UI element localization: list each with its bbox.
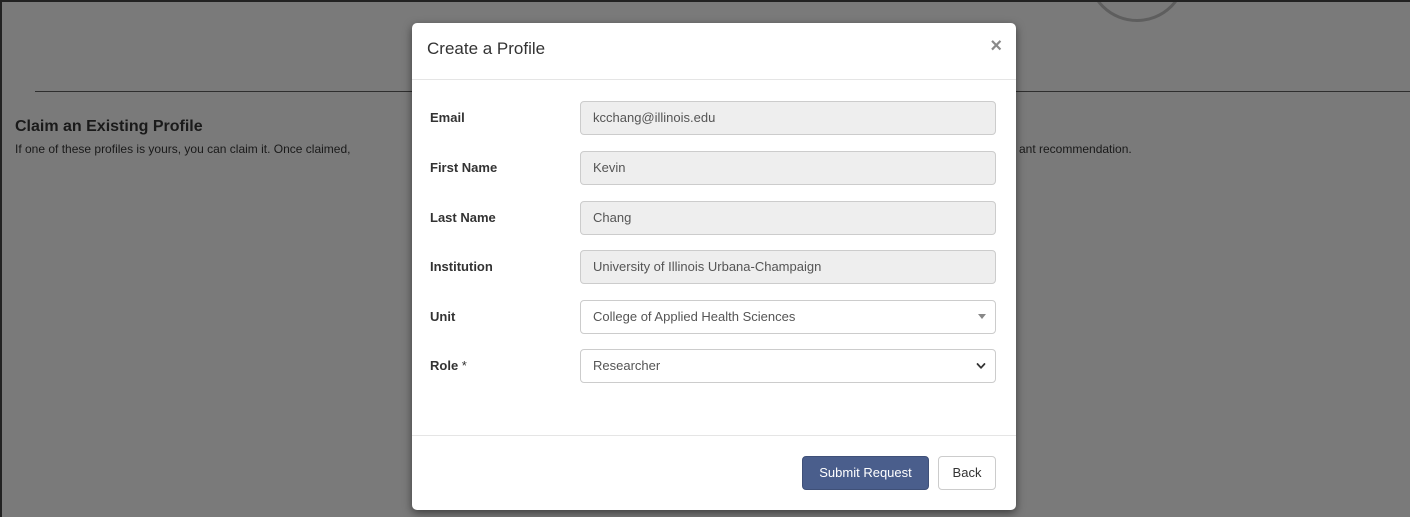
institution-row: Institution University of Illinois Urban… bbox=[412, 250, 1016, 284]
caret-down-icon bbox=[978, 314, 986, 319]
role-label: Role * bbox=[430, 358, 467, 373]
email-label: Email bbox=[430, 110, 465, 125]
back-button[interactable]: Back bbox=[938, 456, 996, 490]
role-select-value: Researcher bbox=[593, 358, 661, 373]
background-avatar-circle bbox=[1087, 2, 1187, 22]
claim-profile-text-left: If one of these profiles is yours, you c… bbox=[15, 142, 351, 156]
chevron-down-icon bbox=[976, 363, 986, 369]
institution-field[interactable]: University of Illinois Urbana-Champaign bbox=[580, 250, 996, 284]
last-name-field[interactable]: Chang bbox=[580, 201, 996, 235]
modal-footer: Submit Request Back bbox=[412, 435, 1016, 510]
unit-select-value: College of Applied Health Sciences bbox=[593, 309, 796, 324]
first-name-field[interactable]: Kevin bbox=[580, 151, 996, 185]
submit-request-button[interactable]: Submit Request bbox=[802, 456, 929, 490]
create-profile-modal: Create a Profile × Email kcchang@illinoi… bbox=[412, 23, 1016, 510]
close-icon[interactable]: × bbox=[990, 36, 1002, 56]
last-name-row: Last Name Chang bbox=[412, 201, 1016, 235]
claim-profile-text-right: ant recommendation. bbox=[1019, 142, 1132, 156]
first-name-label: First Name bbox=[430, 160, 498, 175]
email-row: Email kcchang@illinois.edu bbox=[412, 101, 1016, 135]
institution-label: Institution bbox=[430, 259, 493, 274]
unit-select[interactable]: College of Applied Health Sciences bbox=[580, 300, 996, 334]
role-label-text: Role bbox=[430, 358, 459, 373]
unit-row: Unit College of Applied Health Sciences bbox=[412, 300, 1016, 334]
role-row: Role * Researcher bbox=[412, 349, 1016, 383]
modal-header: Create a Profile × bbox=[412, 23, 1016, 80]
modal-title: Create a Profile bbox=[427, 39, 546, 58]
email-field[interactable]: kcchang@illinois.edu bbox=[580, 101, 996, 135]
required-marker: * bbox=[461, 358, 467, 373]
unit-label: Unit bbox=[430, 309, 456, 324]
first-name-row: First Name Kevin bbox=[412, 151, 1016, 185]
last-name-label: Last Name bbox=[430, 210, 496, 225]
claim-profile-heading: Claim an Existing Profile bbox=[15, 118, 203, 135]
role-select[interactable]: Researcher bbox=[580, 349, 996, 383]
